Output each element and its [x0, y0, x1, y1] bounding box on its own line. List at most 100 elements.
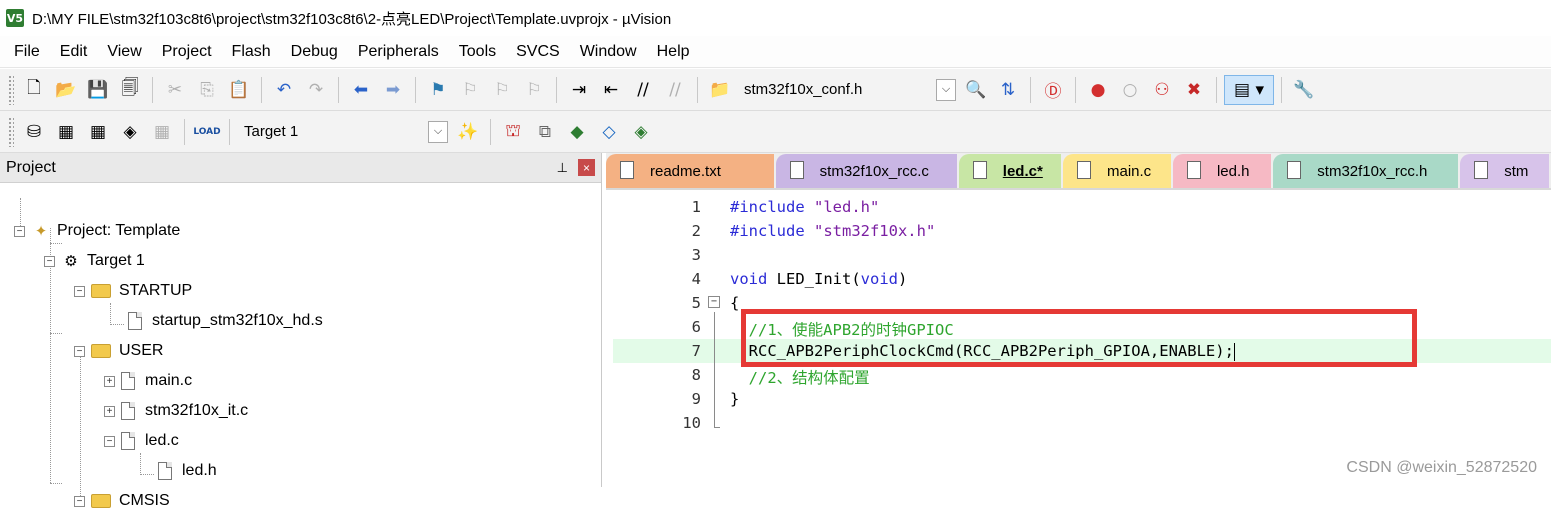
select-packs-icon[interactable]: ◇ [594, 117, 624, 147]
redo-icon[interactable]: ↷ [301, 75, 331, 105]
toolbar-grip[interactable] [8, 74, 14, 105]
tab-stm32f10x-rcc-c[interactable]: stm32f10x_rcc.c [775, 154, 957, 188]
uvision-app-icon[interactable]: V5 [6, 9, 24, 27]
find-combo[interactable]: stm32f10x_conf.h ⌵ [736, 76, 960, 103]
tree-item-file[interactable]: led.h [158, 456, 217, 486]
undo-icon[interactable]: ↶ [269, 75, 299, 105]
tab-label: stm32f10x_rcc.h [1317, 162, 1428, 180]
tree-item-file[interactable]: startup_stm32f10x_hd.s [128, 306, 323, 336]
menu-edit[interactable]: Edit [50, 37, 98, 67]
menu-svcs[interactable]: SVCS [506, 37, 570, 67]
stop-build-icon[interactable]: ▦ [147, 117, 177, 147]
tab-stm32f10x-rcc-h[interactable]: stm32f10x_rcc.h [1273, 154, 1459, 188]
expand-icon[interactable]: + [104, 405, 115, 417]
batch-build-icon[interactable]: ◈ [115, 117, 145, 147]
tree-item-file[interactable]: + main.c [104, 366, 192, 396]
chevron-down-icon[interactable]: ⌵ [936, 78, 956, 101]
save-all-icon[interactable]: 🗐 [115, 75, 145, 105]
tree-item-folder-startup[interactable]: − STARTUP [74, 276, 192, 306]
tree-item-file[interactable]: − led.c [104, 426, 179, 456]
toolbar-grip[interactable] [8, 116, 14, 147]
window-layout-toggle-icon[interactable]: ▤ ▾ [1224, 74, 1274, 105]
indent-icon[interactable]: ⇥ [564, 75, 594, 105]
breakpoint-kill-all-icon[interactable]: ✖ [1179, 75, 1209, 105]
translate-icon[interactable]: ⛁ [19, 117, 49, 147]
tab-readme[interactable]: readme.txt [606, 154, 774, 188]
options-for-target-icon[interactable]: ✨ [453, 117, 483, 147]
pin-icon[interactable]: ⊥ [557, 160, 568, 176]
tab-led-h[interactable]: led.h [1172, 154, 1272, 188]
menu-window[interactable]: Window [570, 37, 647, 67]
pack-installer-icon[interactable]: ◆ [562, 117, 592, 147]
collapse-icon[interactable]: − [14, 225, 25, 237]
breakpoint-disable-all-icon[interactable]: ⚇ [1147, 75, 1177, 105]
download-load-icon[interactable]: LOAD [192, 117, 222, 147]
tab-stm-truncated[interactable]: stm [1460, 154, 1549, 188]
comment-icon[interactable]: // [628, 75, 658, 105]
tree-item-file[interactable]: + stm32f10x_it.c [104, 396, 248, 426]
build-icon[interactable]: ▦ [51, 117, 81, 147]
find-icon[interactable]: 🔍 [961, 75, 991, 105]
expand-icon[interactable]: + [104, 375, 115, 387]
chevron-down-icon[interactable]: ⌵ [428, 120, 448, 143]
file-icon [1186, 161, 1201, 179]
copy-icon[interactable]: ⎘ [192, 75, 222, 105]
code-line[interactable]: 10 [613, 411, 1551, 435]
menu-tools[interactable]: Tools [449, 37, 506, 67]
code-line[interactable]: 1 #include "led.h" [613, 195, 1551, 219]
tab-main-c[interactable]: main.c [1062, 154, 1171, 188]
file-icon [158, 462, 172, 480]
navigate-forward-icon[interactable]: ➡ [378, 75, 408, 105]
toolbar-separator [415, 76, 416, 103]
bookmark-prev-icon[interactable]: ⚐ [455, 75, 485, 105]
close-icon[interactable]: × [578, 159, 595, 176]
bookmark-clear-icon[interactable]: ⚐ [519, 75, 549, 105]
find-in-files-icon[interactable]: 📁 [705, 75, 735, 105]
collapse-icon[interactable]: − [74, 285, 85, 297]
bookmark-next-icon[interactable]: ⚐ [487, 75, 517, 105]
tree-item-target[interactable]: − ⚙ Target 1 [44, 246, 145, 276]
debug-session-icon[interactable]: Ⓓ [1038, 75, 1068, 105]
rebuild-icon[interactable]: ▦ [83, 117, 113, 147]
menu-file[interactable]: File [4, 37, 50, 67]
manage-runtime-icon[interactable]: ◈ [626, 117, 656, 147]
menu-view[interactable]: View [97, 37, 151, 67]
menu-help[interactable]: Help [647, 37, 700, 67]
code-line[interactable]: 9 } [613, 387, 1551, 411]
collapse-icon[interactable]: − [74, 345, 85, 357]
configure-wrench-icon[interactable]: 🔧 [1289, 75, 1319, 105]
unindent-icon[interactable]: ⇤ [596, 75, 626, 105]
code-line[interactable]: 3 [613, 243, 1551, 267]
multi-project-icon[interactable]: ⧉ [530, 117, 560, 147]
tab-led-c[interactable]: led.c* [958, 154, 1061, 188]
paste-icon[interactable]: 📋 [224, 75, 254, 105]
collapse-icon[interactable]: − [104, 435, 115, 447]
collapse-icon[interactable]: − [74, 495, 85, 507]
navigate-back-icon[interactable]: ⬅ [346, 75, 376, 105]
new-file-icon[interactable]: 🗋 [19, 75, 49, 105]
target-icon: ⚙ [64, 253, 78, 270]
tree-item-project[interactable]: − ✦ Project: Template [14, 216, 180, 246]
uncomment-icon[interactable]: // [660, 75, 690, 105]
cut-icon[interactable]: ✂ [160, 75, 190, 105]
code-line[interactable]: 4 void LED_Init(void) [613, 267, 1551, 291]
incremental-find-icon[interactable]: ⇅ [993, 75, 1023, 105]
tree-item-folder-cmsis[interactable]: − CMSIS [74, 486, 170, 516]
target-combo[interactable]: Target 1 ⌵ [236, 118, 452, 145]
menu-peripherals[interactable]: Peripherals [348, 37, 449, 67]
menu-project[interactable]: Project [152, 37, 222, 67]
code-line[interactable]: 2 #include "stm32f10x.h" [613, 219, 1551, 243]
menu-debug[interactable]: Debug [281, 37, 348, 67]
fold-guide [714, 312, 715, 427]
toolbar-separator [1075, 76, 1076, 103]
tree-item-folder-user[interactable]: − USER [74, 336, 163, 366]
breakpoint-disable-icon[interactable]: ○ [1115, 75, 1145, 105]
breakpoint-insert-icon[interactable]: ● [1083, 75, 1113, 105]
menu-flash[interactable]: Flash [222, 37, 281, 67]
manage-project-items-icon[interactable]: ⛫ [498, 117, 528, 147]
bookmark-insert-icon[interactable]: ⚑ [423, 75, 453, 105]
collapse-icon[interactable]: − [44, 255, 55, 267]
open-folder-icon[interactable]: 📂 [51, 75, 81, 105]
save-icon[interactable]: 💾 [83, 75, 113, 105]
fold-collapse-icon[interactable]: − [708, 296, 720, 308]
